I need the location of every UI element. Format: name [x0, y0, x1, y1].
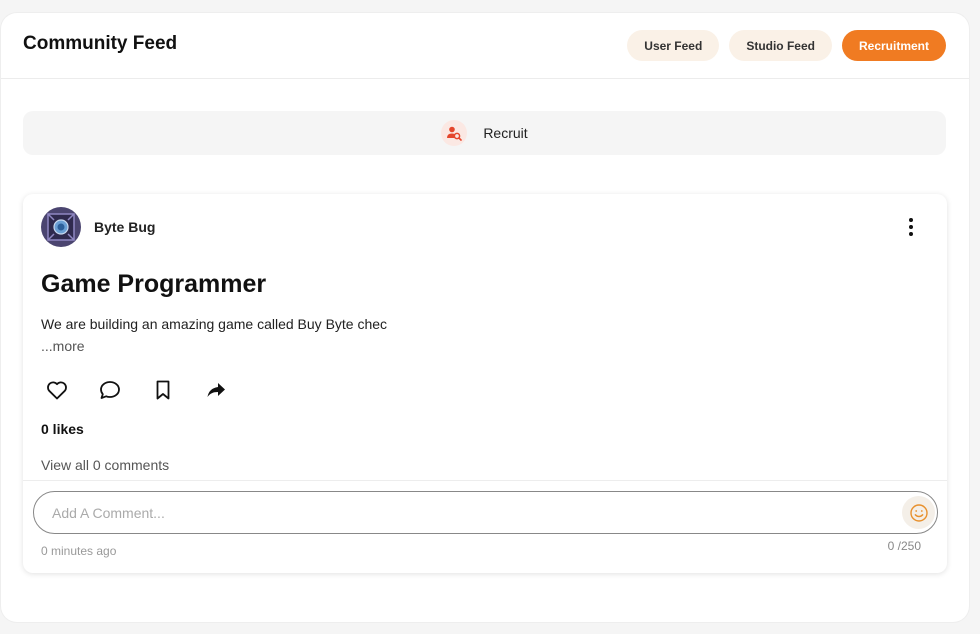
read-more-link[interactable]: ...more [41, 338, 85, 354]
recruit-button[interactable]: Recruit [23, 111, 946, 155]
tab-user-feed[interactable]: User Feed [627, 30, 720, 61]
post-actions [45, 378, 228, 402]
bookmark-icon[interactable] [151, 378, 175, 402]
feed-header: Community Feed User Feed Studio Feed Rec… [1, 13, 969, 79]
post-title: Game Programmer [41, 270, 267, 298]
divider [23, 480, 947, 481]
page-title: Community Feed [23, 33, 178, 54]
view-comments-link[interactable]: View all 0 comments [41, 457, 169, 473]
recruit-label: Recruit [483, 125, 528, 141]
feed-tabs: User Feed Studio Feed Recruitment [627, 30, 946, 61]
emoji-icon[interactable] [902, 496, 935, 529]
tab-studio-feed[interactable]: Studio Feed [729, 30, 832, 61]
community-feed-panel: Community Feed User Feed Studio Feed Rec… [1, 13, 969, 622]
comment-bubble-icon[interactable] [98, 378, 122, 402]
tab-recruitment[interactable]: Recruitment [841, 30, 946, 61]
share-arrow-icon[interactable] [204, 378, 228, 402]
comment-input[interactable] [52, 492, 892, 533]
avatar[interactable] [41, 207, 81, 247]
comment-box [33, 491, 938, 534]
post-author[interactable]: Byte Bug [94, 219, 155, 235]
likes-count: 0 likes [41, 421, 84, 437]
post-card: Byte Bug Game Programmer We are building… [23, 194, 947, 573]
more-options-icon[interactable] [901, 217, 921, 237]
post-body: We are building an amazing game called B… [41, 316, 388, 332]
like-heart-icon[interactable] [45, 378, 69, 402]
post-timestamp: 0 minutes ago [41, 544, 117, 558]
user-search-icon [441, 120, 468, 146]
comment-char-count: 0 /250 [887, 539, 921, 553]
